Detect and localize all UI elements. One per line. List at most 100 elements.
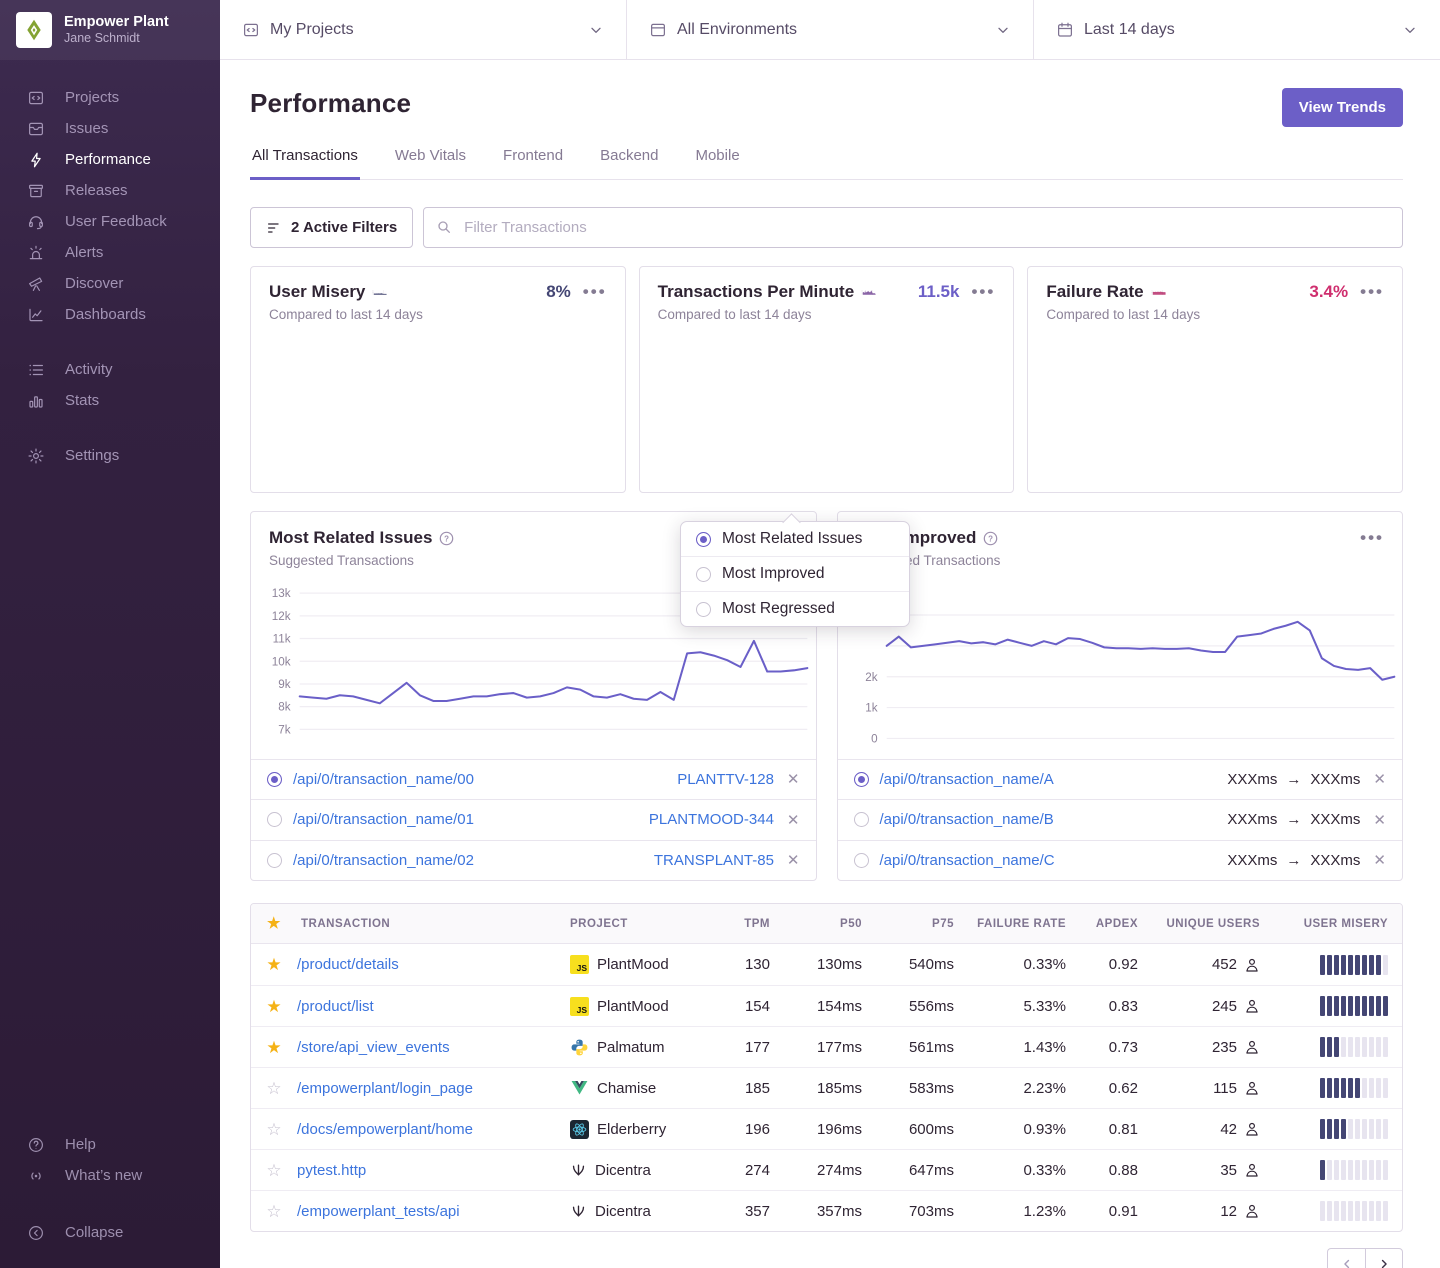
close-icon[interactable]: ✕ xyxy=(787,770,800,788)
column-header-user-misery[interactable]: USER MISERY xyxy=(1274,918,1402,930)
transaction-link[interactable]: /api/0/transaction_name/02 xyxy=(293,852,474,869)
sidebar-item-settings[interactable]: Settings xyxy=(0,440,220,471)
question-icon[interactable]: 5%4%3%2%1%0% xyxy=(1151,285,1166,300)
transaction-link[interactable]: /api/0/transaction_name/C xyxy=(880,852,1055,869)
user-misery-bars xyxy=(1274,1119,1402,1139)
issue-link[interactable]: PLANTMOOD-344 xyxy=(649,811,774,828)
duration-after: XXXms xyxy=(1310,771,1360,788)
radio-unselected[interactable] xyxy=(267,853,282,868)
radio-selected[interactable] xyxy=(267,772,282,787)
table-row: ☆ /docs/empowerplant/home Elderberry 196… xyxy=(251,1108,1402,1149)
next-page-button[interactable] xyxy=(1365,1248,1403,1268)
issue-link[interactable]: TRANSPLANT-85 xyxy=(654,852,774,869)
user-misery-chart xyxy=(269,332,607,482)
project-selector[interactable]: My Projects xyxy=(220,0,626,59)
close-icon[interactable]: ✕ xyxy=(1373,851,1386,869)
active-filters-button[interactable]: 2 Active Filters xyxy=(250,207,413,248)
metric-cards: User Misery 12%11%10%9%8%7% 8% ••• Compa… xyxy=(250,266,1403,493)
question-icon[interactable]: ? xyxy=(439,531,454,546)
svg-text:?: ? xyxy=(445,534,450,543)
sidebar-item-collapse[interactable]: Collapse xyxy=(0,1217,220,1248)
column-header-p50[interactable]: P50 xyxy=(784,918,876,930)
close-icon[interactable]: ✕ xyxy=(787,851,800,869)
radio-selected[interactable] xyxy=(854,772,869,787)
menu-item-most-related-issues[interactable]: Most Related Issues xyxy=(681,522,909,556)
star-icon[interactable]: ★ xyxy=(251,1039,297,1056)
svg-text:0%: 0% xyxy=(1151,293,1152,294)
filter-transactions-input[interactable] xyxy=(423,207,1403,248)
column-header-tpm[interactable]: TPM xyxy=(720,918,784,930)
radio-unselected[interactable] xyxy=(854,812,869,827)
close-icon[interactable]: ✕ xyxy=(1373,811,1386,829)
org-switcher[interactable]: Empower Plant Jane Schmidt xyxy=(0,0,220,60)
star-icon[interactable]: ★ xyxy=(251,998,297,1015)
empower-plant-logo-icon xyxy=(21,17,47,43)
date-range-selector[interactable]: Last 14 days xyxy=(1033,0,1440,59)
star-header-icon[interactable]: ★ xyxy=(251,916,297,931)
sidebar-item-activity[interactable]: Activity xyxy=(0,354,220,385)
transaction-link[interactable]: /product/list xyxy=(297,998,374,1015)
sidebar-item-performance[interactable]: Performance xyxy=(0,144,220,175)
sidebar-item-what-s-new[interactable]: What’s new xyxy=(0,1160,220,1191)
transaction-link[interactable]: /api/0/transaction_name/B xyxy=(880,811,1054,828)
star-icon[interactable]: ☆ xyxy=(251,1080,297,1097)
sidebar-item-label: Releases xyxy=(65,182,128,199)
menu-item-most-regressed[interactable]: Most Regressed xyxy=(681,591,909,626)
radio-unselected[interactable] xyxy=(854,853,869,868)
column-header-apdex[interactable]: APDEX xyxy=(1080,918,1152,930)
transaction-link[interactable]: /api/0/transaction_name/01 xyxy=(293,811,474,828)
question-icon[interactable]: ? xyxy=(983,531,998,546)
tab-mobile[interactable]: Mobile xyxy=(693,147,741,180)
question-icon[interactable]: 12%11%10%9%8%7% xyxy=(372,285,387,300)
view-trends-button[interactable]: View Trends xyxy=(1282,88,1403,127)
column-header-failure-rate[interactable]: FAILURE RATE xyxy=(968,918,1080,930)
projects-icon xyxy=(242,21,260,39)
sidebar-item-user-feedback[interactable]: User Feedback xyxy=(0,206,220,237)
tab-backend[interactable]: Backend xyxy=(598,147,660,180)
sidebar-item-discover[interactable]: Discover xyxy=(0,268,220,299)
sidebar-item-issues[interactable]: Issues xyxy=(0,113,220,144)
card-menu-button[interactable]: ••• xyxy=(583,287,607,297)
sidebar-item-releases[interactable]: Releases xyxy=(0,175,220,206)
card-menu-button[interactable]: ••• xyxy=(971,287,995,297)
transaction-link[interactable]: /store/api_view_events xyxy=(297,1039,450,1056)
menu-item-most-improved[interactable]: Most Improved xyxy=(681,556,909,591)
sidebar-item-projects[interactable]: Projects xyxy=(0,82,220,113)
transaction-link[interactable]: pytest.http xyxy=(297,1162,366,1179)
lightning-icon xyxy=(27,151,45,169)
sidebar-item-alerts[interactable]: Alerts xyxy=(0,237,220,268)
sidebar-item-help[interactable]: Help xyxy=(0,1129,220,1160)
star-icon[interactable]: ☆ xyxy=(251,1162,297,1179)
column-header-transaction[interactable]: TRANSACTION xyxy=(297,918,570,930)
close-icon[interactable]: ✕ xyxy=(787,811,800,829)
question-icon[interactable]: 11k10k9k8k7k6k xyxy=(861,285,876,300)
star-icon[interactable]: ☆ xyxy=(251,1121,297,1138)
python-platform-icon xyxy=(570,1038,589,1057)
column-header-p75[interactable]: P75 xyxy=(876,918,968,930)
tab-all-transactions[interactable]: All Transactions xyxy=(250,147,360,180)
transaction-link[interactable]: /docs/empowerplant/home xyxy=(297,1121,473,1138)
transaction-link[interactable]: /api/0/transaction_name/00 xyxy=(293,771,474,788)
column-header-project[interactable]: PROJECT xyxy=(570,918,720,930)
previous-page-button[interactable] xyxy=(1327,1248,1365,1268)
sidebar-item-stats[interactable]: Stats xyxy=(0,385,220,416)
issue-link[interactable]: PLANTTV-128 xyxy=(677,771,774,788)
tab-frontend[interactable]: Frontend xyxy=(501,147,565,180)
tab-web-vitals[interactable]: Web Vitals xyxy=(393,147,468,180)
transaction-link[interactable]: /empowerplant/login_page xyxy=(297,1080,473,1097)
card-menu-button[interactable]: ••• xyxy=(1360,533,1384,543)
sidebar-item-dashboards[interactable]: Dashboards xyxy=(0,299,220,330)
card-subtitle: Compared to last 14 days xyxy=(269,307,607,322)
transaction-link[interactable]: /product/details xyxy=(297,956,399,973)
svg-text:5%: 5% xyxy=(1151,289,1152,290)
close-icon[interactable]: ✕ xyxy=(1373,770,1386,788)
star-icon[interactable]: ☆ xyxy=(251,1203,297,1220)
transaction-link[interactable]: /empowerplant_tests/api xyxy=(297,1203,460,1220)
card-menu-button[interactable]: ••• xyxy=(1360,287,1384,297)
radio-unselected[interactable] xyxy=(267,812,282,827)
environment-selector[interactable]: All Environments xyxy=(626,0,1033,59)
gear-icon xyxy=(27,447,45,465)
column-header-unique-users[interactable]: UNIQUE USERS xyxy=(1152,918,1274,930)
star-icon[interactable]: ★ xyxy=(251,956,297,973)
transaction-link[interactable]: /api/0/transaction_name/A xyxy=(880,771,1054,788)
